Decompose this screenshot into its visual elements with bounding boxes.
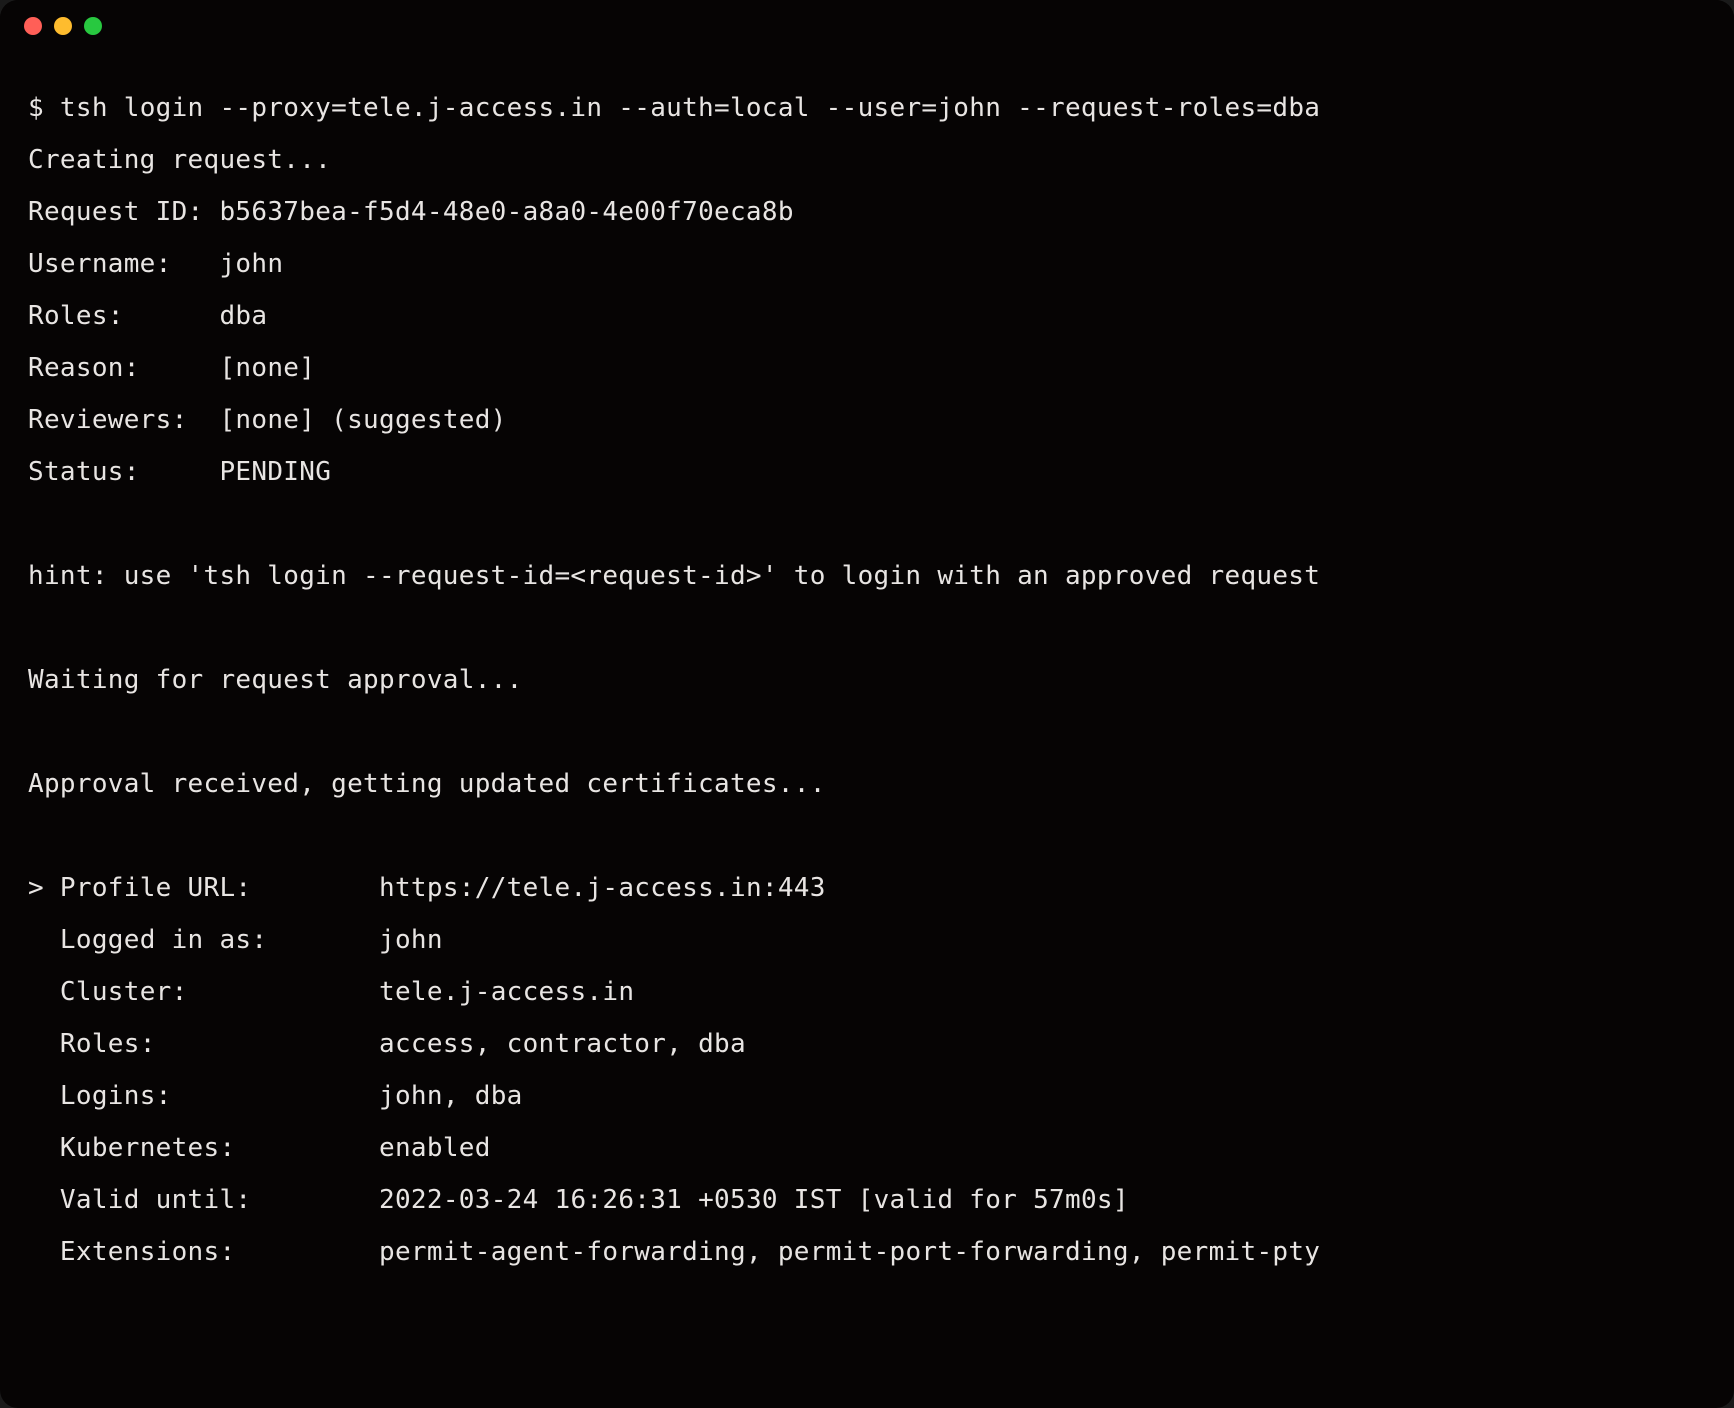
command-line: $ tsh login --proxy=tele.j-access.in --a… <box>28 82 1706 134</box>
valid-until-line: Valid until: 2022-03-24 16:26:31 +0530 I… <box>28 1174 1706 1226</box>
hint-line: hint: use 'tsh login --request-id=<reque… <box>28 550 1706 602</box>
waiting-line: Waiting for request approval... <box>28 654 1706 706</box>
logged-in-value: john <box>379 925 443 955</box>
kubernetes-value: enabled <box>379 1133 491 1163</box>
reviewers-label: Reviewers: <box>28 405 188 435</box>
extensions-label: Extensions: <box>60 1237 236 1267</box>
logins-value: john, dba <box>379 1081 523 1111</box>
profile-url-line: > Profile URL: https://tele.j-access.in:… <box>28 862 1706 914</box>
username-label: Username: <box>28 249 172 279</box>
reason-label: Reason: <box>28 353 140 383</box>
username-value: john <box>219 249 283 279</box>
kubernetes-label: Kubernetes: <box>60 1133 236 1163</box>
status-line: Status: PENDING <box>28 446 1706 498</box>
extensions-value: permit-agent-forwarding, permit-port-for… <box>379 1237 1320 1267</box>
blank-3 <box>28 706 1706 758</box>
blank-1 <box>28 498 1706 550</box>
terminal-window: $ tsh login --proxy=tele.j-access.in --a… <box>0 0 1734 1408</box>
request-id-line: Request ID: b5637bea-f5d4-48e0-a8a0-4e00… <box>28 186 1706 238</box>
window-titlebar <box>0 0 1734 52</box>
valid-until-label: Valid until: <box>60 1185 251 1215</box>
status-label: Status: <box>28 457 140 487</box>
valid-until-value: 2022-03-24 16:26:31 +0530 IST [valid for… <box>379 1185 1129 1215</box>
username-line: Username: john <box>28 238 1706 290</box>
maximize-icon[interactable] <box>84 17 102 35</box>
logged-in-label: Logged in as: <box>60 925 267 955</box>
logins-label: Logins: <box>60 1081 172 1111</box>
reason-line: Reason: [none] <box>28 342 1706 394</box>
creating-line: Creating request... <box>28 134 1706 186</box>
profile-roles-line: Roles: access, contractor, dba <box>28 1018 1706 1070</box>
reviewers-value: [none] (suggested) <box>219 405 506 435</box>
kubernetes-line: Kubernetes: enabled <box>28 1122 1706 1174</box>
logins-line: Logins: john, dba <box>28 1070 1706 1122</box>
roles-value: dba <box>219 301 267 331</box>
roles-line: Roles: dba <box>28 290 1706 342</box>
approval-line: Approval received, getting updated certi… <box>28 758 1706 810</box>
reviewers-line: Reviewers: [none] (suggested) <box>28 394 1706 446</box>
profile-roles-label: Roles: <box>60 1029 156 1059</box>
blank-4 <box>28 810 1706 862</box>
profile-roles-value: access, contractor, dba <box>379 1029 746 1059</box>
status-value: PENDING <box>219 457 331 487</box>
logged-in-line: Logged in as: john <box>28 914 1706 966</box>
extensions-line: Extensions: permit-agent-forwarding, per… <box>28 1226 1706 1278</box>
prompt-symbol: $ <box>28 93 60 123</box>
request-id-label: Request ID: <box>28 197 204 227</box>
close-icon[interactable] <box>24 17 42 35</box>
cluster-value: tele.j-access.in <box>379 977 634 1007</box>
roles-label: Roles: <box>28 301 124 331</box>
cluster-label: Cluster: <box>60 977 188 1007</box>
command-text: tsh login --proxy=tele.j-access.in --aut… <box>60 93 1320 123</box>
request-id-value: b5637bea-f5d4-48e0-a8a0-4e00f70eca8b <box>219 197 793 227</box>
profile-url-value: https://tele.j-access.in:443 <box>379 873 826 903</box>
minimize-icon[interactable] <box>54 17 72 35</box>
reason-value: [none] <box>219 353 315 383</box>
profile-url-label: Profile URL: <box>60 873 251 903</box>
cluster-line: Cluster: tele.j-access.in <box>28 966 1706 1018</box>
blank-2 <box>28 602 1706 654</box>
terminal-body[interactable]: $ tsh login --proxy=tele.j-access.in --a… <box>0 52 1734 1408</box>
